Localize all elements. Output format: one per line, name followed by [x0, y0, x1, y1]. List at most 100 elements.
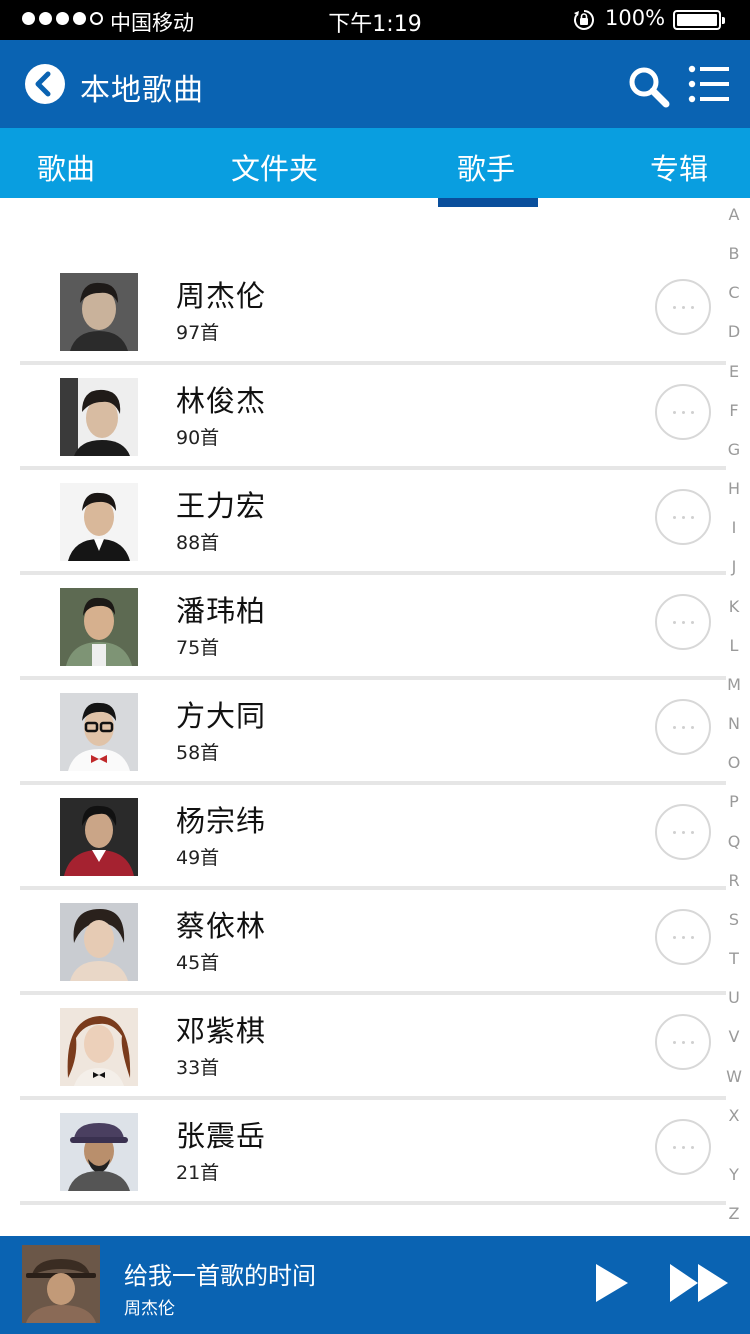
more-options-button[interactable]: [655, 1014, 711, 1070]
song-count: 90首: [176, 427, 220, 449]
avatar: [60, 1008, 138, 1086]
chevron-left-icon: [35, 71, 51, 97]
index-letter[interactable]: M: [722, 675, 746, 694]
index-letter[interactable]: F: [722, 401, 746, 420]
now-playing-artist: 周杰伦: [124, 1299, 175, 1319]
tab-songs[interactable]: 歌曲: [37, 146, 95, 188]
more-options-button[interactable]: [655, 489, 711, 545]
battery-icon: [673, 10, 725, 30]
list-item[interactable]: 潘玮柏 75首: [20, 578, 726, 680]
index-letter[interactable]: V: [722, 1027, 746, 1046]
list-item[interactable]: 邓紫棋 33首: [20, 998, 726, 1100]
list-item[interactable]: 方大同 58首: [20, 683, 726, 785]
index-letter[interactable]: D: [722, 322, 746, 341]
avatar: [60, 273, 138, 351]
battery-percentage: 100%: [605, 6, 666, 30]
artist-name: 王力宏: [176, 489, 267, 523]
album-cover[interactable]: [22, 1245, 100, 1323]
active-tab-indicator: [438, 198, 538, 207]
index-letter[interactable]: Y: [722, 1165, 746, 1184]
list-item[interactable]: 林俊杰 90首: [20, 368, 726, 470]
avatar: [60, 378, 138, 456]
song-count: 97首: [176, 322, 220, 344]
artist-name: 邓紫棋: [176, 1014, 267, 1048]
status-bar: 中国移动 下午1:19 100%: [0, 0, 750, 40]
list-item[interactable]: 王力宏 88首: [20, 473, 726, 575]
song-count: 88首: [176, 532, 220, 554]
index-letter[interactable]: H: [722, 479, 746, 498]
index-letter[interactable]: I: [722, 518, 746, 537]
index-letter[interactable]: A: [722, 205, 746, 224]
artist-name: 蔡依林: [176, 909, 267, 943]
list-item[interactable]: 张震岳 21首: [20, 1103, 726, 1205]
tab-albums[interactable]: 专辑: [650, 146, 708, 188]
index-letter[interactable]: G: [722, 440, 746, 459]
index-letter[interactable]: E: [722, 362, 746, 381]
artist-name: 方大同: [176, 699, 267, 733]
tab-folders[interactable]: 文件夹: [231, 146, 318, 188]
artist-name: 张震岳: [176, 1119, 267, 1153]
avatar: [60, 798, 138, 876]
index-letter[interactable]: W: [722, 1067, 746, 1086]
list-item[interactable]: 周杰伦 97首: [20, 263, 726, 365]
back-button[interactable]: [25, 64, 65, 104]
index-letter[interactable]: K: [722, 597, 746, 616]
avatar: [60, 588, 138, 666]
divider: [20, 886, 726, 890]
divider: [20, 1096, 726, 1100]
index-letter[interactable]: T: [722, 949, 746, 968]
divider: [20, 1201, 726, 1205]
artist-name: 潘玮柏: [176, 594, 267, 628]
song-count: 33首: [176, 1057, 220, 1079]
index-letter[interactable]: L: [722, 636, 746, 655]
song-count: 21首: [176, 1162, 220, 1184]
divider: [20, 466, 726, 470]
index-letter[interactable]: N: [722, 714, 746, 733]
song-count: 49首: [176, 847, 220, 869]
more-options-button[interactable]: [655, 909, 711, 965]
list-item[interactable]: 蔡依林 45首: [20, 893, 726, 995]
more-options-button[interactable]: [655, 804, 711, 860]
divider: [20, 781, 726, 785]
song-count: 58首: [176, 742, 220, 764]
avatar: [60, 903, 138, 981]
more-options-button[interactable]: [655, 384, 711, 440]
index-letter[interactable]: B: [722, 244, 746, 263]
index-letter[interactable]: R: [722, 871, 746, 890]
index-letter[interactable]: U: [722, 988, 746, 1007]
tab-artists[interactable]: 歌手: [457, 146, 515, 188]
index-letter[interactable]: S: [722, 910, 746, 929]
divider: [20, 991, 726, 995]
list-item[interactable]: 杨宗纬 49首: [20, 788, 726, 890]
play-icon[interactable]: [594, 1262, 630, 1304]
more-options-button[interactable]: [655, 279, 711, 335]
index-letter[interactable]: P: [722, 792, 746, 811]
category-tabs: 歌曲 文件夹 歌手 专辑: [0, 128, 750, 198]
list-menu-icon[interactable]: [688, 64, 730, 104]
page-title: 本地歌曲: [80, 73, 204, 108]
more-options-button[interactable]: [655, 699, 711, 755]
more-options-button[interactable]: [655, 594, 711, 650]
song-count: 45首: [176, 952, 220, 974]
avatar: [60, 483, 138, 561]
now-playing-bar[interactable]: 给我一首歌的时间 周杰伦: [0, 1236, 750, 1334]
song-count: 75首: [176, 637, 220, 659]
index-letter[interactable]: X: [722, 1106, 746, 1125]
artist-name: 杨宗纬: [176, 804, 267, 838]
now-playing-title: 给我一首歌的时间: [124, 1262, 316, 1290]
fast-forward-icon[interactable]: [668, 1262, 730, 1304]
artist-name: 周杰伦: [176, 279, 267, 313]
index-letter[interactable]: Z: [722, 1204, 746, 1223]
artist-name: 林俊杰: [176, 384, 267, 418]
index-letter[interactable]: C: [722, 283, 746, 302]
more-options-button[interactable]: [655, 1119, 711, 1175]
index-letter[interactable]: J: [722, 557, 746, 576]
divider: [20, 676, 726, 680]
index-letter[interactable]: O: [722, 753, 746, 772]
alphabet-index[interactable]: A B C D E F G H I J K L M N O P Q R S T …: [722, 205, 746, 1230]
search-icon[interactable]: [626, 64, 672, 110]
index-letter[interactable]: Q: [722, 832, 746, 851]
divider: [20, 361, 726, 365]
avatar: [60, 1113, 138, 1191]
divider: [20, 571, 726, 575]
